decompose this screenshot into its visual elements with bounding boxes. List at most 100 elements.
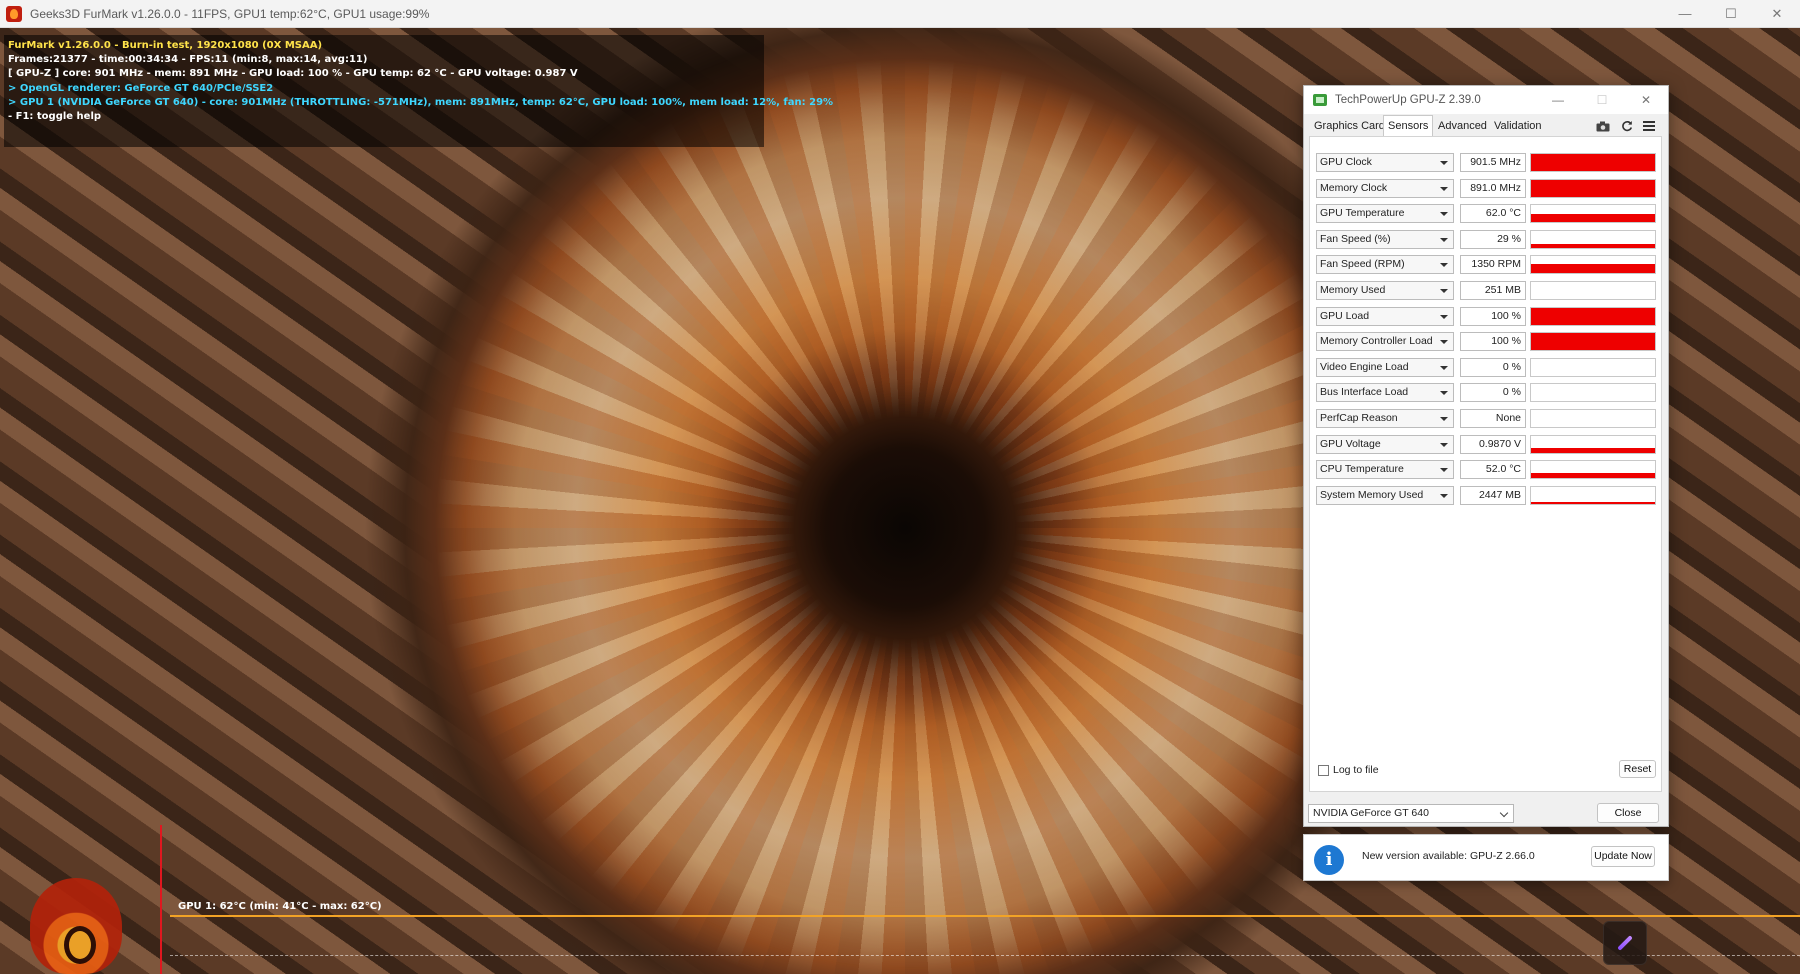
sensor-name-dropdown[interactable]: GPU Voltage xyxy=(1316,434,1454,454)
sensor-value: 0 % xyxy=(1460,383,1526,403)
camera-icon[interactable] xyxy=(1596,120,1610,132)
dropdown-arrow-icon xyxy=(1440,365,1448,370)
sensor-name: Memory Clock xyxy=(1320,181,1388,194)
sensor-name-dropdown[interactable]: Fan Speed (%) xyxy=(1316,229,1454,249)
update-now-button[interactable]: Update Now xyxy=(1591,846,1655,867)
osd-line-gpu1: > GPU 1 (NVIDIA GeForce GT 640) - core: … xyxy=(8,96,834,108)
refresh-icon[interactable] xyxy=(1620,120,1634,132)
sensor-graph xyxy=(1530,485,1656,505)
maximize-button[interactable]: ☐ xyxy=(1708,0,1754,27)
sensor-value: 0.9870 V xyxy=(1460,434,1526,454)
sensor-name: GPU Clock xyxy=(1320,156,1372,168)
sensor-name-dropdown[interactable]: Fan Speed (RPM) xyxy=(1316,255,1454,275)
sensor-row: GPU Temperature 62.0 °C xyxy=(1316,204,1658,224)
sensor-graph xyxy=(1530,178,1656,198)
graph-cursor-line xyxy=(160,825,162,974)
sensor-name-dropdown[interactable]: GPU Temperature xyxy=(1316,204,1454,224)
sensor-value: 100 % xyxy=(1460,332,1526,352)
dropdown-arrow-icon xyxy=(1440,493,1448,498)
sensor-graph xyxy=(1530,204,1656,224)
sensor-graph xyxy=(1530,281,1656,300)
sensor-value: 901.5 MHz xyxy=(1460,153,1526,172)
dropdown-arrow-icon xyxy=(1440,263,1448,268)
dropdown-arrow-icon xyxy=(1440,186,1448,191)
sensor-name: Bus Interface Load xyxy=(1320,386,1409,399)
dropdown-arrow-icon xyxy=(1440,161,1448,165)
tab-graphics-card[interactable]: Graphics Card xyxy=(1310,117,1389,135)
dropdown-arrow-icon xyxy=(1440,212,1448,217)
sensor-graph-bar xyxy=(1531,213,1655,223)
sensor-graph xyxy=(1530,255,1656,275)
gpu-select-dropdown[interactable]: NVIDIA GeForce GT 640 xyxy=(1308,804,1514,823)
sensor-name-dropdown[interactable]: Memory Controller Load xyxy=(1316,332,1454,352)
close-button[interactable]: ✕ xyxy=(1754,0,1800,27)
gpuz-title-bar: TechPowerUp GPU-Z 2.39.0 — ☐ ✕ xyxy=(1304,86,1668,114)
gpuz-minimize-button[interactable]: — xyxy=(1536,86,1580,114)
sensor-graph-bar xyxy=(1531,179,1655,197)
close-window-button[interactable]: Close xyxy=(1597,803,1659,823)
sensor-name-dropdown[interactable]: Bus Interface Load xyxy=(1316,383,1454,403)
sensor-row: Fan Speed (%) 29 % xyxy=(1316,229,1658,249)
tab-sensors[interactable]: Sensors xyxy=(1383,115,1434,137)
sensor-graph xyxy=(1530,332,1656,352)
sensor-value: 29 % xyxy=(1460,229,1526,249)
sensor-graph xyxy=(1530,153,1656,172)
osd-line-frames: Frames:21377 - time:00:34:34 - FPS:11 (m… xyxy=(8,54,368,66)
reset-button[interactable]: Reset xyxy=(1619,760,1656,778)
sensor-row: Memory Clock 891.0 MHz xyxy=(1316,178,1658,198)
sensor-name-dropdown[interactable]: GPU Clock xyxy=(1316,153,1454,172)
window-controls: — ☐ ✕ xyxy=(1662,0,1800,27)
log-to-file-checkbox[interactable] xyxy=(1318,764,1329,776)
dropdown-arrow-icon xyxy=(1440,289,1448,293)
tab-validation[interactable]: Validation xyxy=(1490,117,1546,135)
dropdown-arrow-icon xyxy=(1440,442,1448,447)
gpuz-window: TechPowerUp GPU-Z 2.39.0 — ☐ ✕ Graphics … xyxy=(1303,85,1669,827)
menu-icon[interactable] xyxy=(1642,120,1656,132)
dropdown-arrow-icon xyxy=(1440,340,1448,345)
sensor-name-dropdown[interactable]: Video Engine Load xyxy=(1316,357,1454,377)
gpuz-close-button[interactable]: ✕ xyxy=(1624,86,1668,114)
sensor-name-dropdown[interactable]: System Memory Used xyxy=(1316,485,1454,505)
brush-tool-button[interactable] xyxy=(1603,921,1647,965)
osd-overlay: FurMark v1.26.0.0 - Burn-in test, 1920x1… xyxy=(4,35,834,147)
sensor-value: 62.0 °C xyxy=(1460,204,1526,224)
gpuz-window-controls: — ☐ ✕ xyxy=(1536,86,1668,114)
furmark-app-icon xyxy=(6,5,22,22)
sensor-name: GPU Load xyxy=(1320,309,1370,322)
sensor-name-dropdown[interactable]: Memory Clock xyxy=(1316,178,1454,198)
sensor-graph-bar xyxy=(1531,264,1655,274)
sensor-name: Memory Used xyxy=(1320,284,1386,296)
chevron-down-icon xyxy=(1499,808,1509,818)
sensor-value: 1350 RPM xyxy=(1460,255,1526,275)
sensor-graph xyxy=(1530,383,1656,403)
sensor-name-dropdown[interactable]: PerfCap Reason xyxy=(1316,409,1454,428)
sensor-row: CPU Temperature 52.0 °C xyxy=(1316,460,1658,480)
info-icon: i xyxy=(1314,845,1344,875)
sensor-value: 251 MB xyxy=(1460,281,1526,300)
sensor-graph xyxy=(1530,434,1656,454)
sensor-name: Memory Controller Load xyxy=(1320,335,1433,348)
sensor-row: GPU Voltage 0.9870 V xyxy=(1316,434,1658,454)
log-to-file-row: Log to file xyxy=(1318,764,1379,776)
update-message: New version available: GPU-Z 2.66.0 xyxy=(1362,850,1535,862)
sensor-value: 2447 MB xyxy=(1460,485,1526,505)
sensor-name-dropdown[interactable]: CPU Temperature xyxy=(1316,460,1454,480)
sensor-graph xyxy=(1530,460,1656,480)
sensor-value: 0 % xyxy=(1460,357,1526,377)
gpu-select-value: NVIDIA GeForce GT 640 xyxy=(1313,807,1429,819)
dropdown-arrow-icon xyxy=(1440,468,1448,473)
sensor-graph xyxy=(1530,409,1656,428)
sensor-row: GPU Load 100 % xyxy=(1316,306,1658,326)
osd-line-help: - F1: toggle help xyxy=(8,111,102,123)
tab-advanced[interactable]: Advanced xyxy=(1434,117,1491,135)
sensor-name: Fan Speed (%) xyxy=(1320,232,1391,245)
dropdown-arrow-icon xyxy=(1440,237,1448,242)
sensor-value: 52.0 °C xyxy=(1460,460,1526,480)
sensor-name-dropdown[interactable]: GPU Load xyxy=(1316,306,1454,326)
osd-line-renderer: > OpenGL renderer: GeForce GT 640/PCIe/S… xyxy=(8,82,274,94)
gpuz-title: TechPowerUp GPU-Z 2.39.0 xyxy=(1335,94,1481,106)
sensor-name-dropdown[interactable]: Memory Used xyxy=(1316,281,1454,300)
minimize-button[interactable]: — xyxy=(1662,0,1708,27)
sensor-name: PerfCap Reason xyxy=(1320,412,1398,424)
dropdown-arrow-icon xyxy=(1440,314,1448,319)
